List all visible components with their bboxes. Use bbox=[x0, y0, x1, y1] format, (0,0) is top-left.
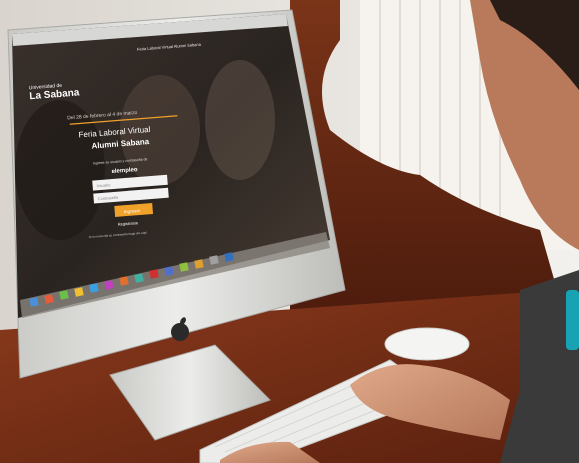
teal-badge bbox=[566, 290, 579, 350]
scene-svg: Feria Laboral Virtual Alumni Sabana Univ… bbox=[0, 0, 579, 463]
magic-mouse bbox=[384, 327, 470, 361]
photo-scene: Feria Laboral Virtual Alumni Sabana Univ… bbox=[0, 0, 579, 463]
